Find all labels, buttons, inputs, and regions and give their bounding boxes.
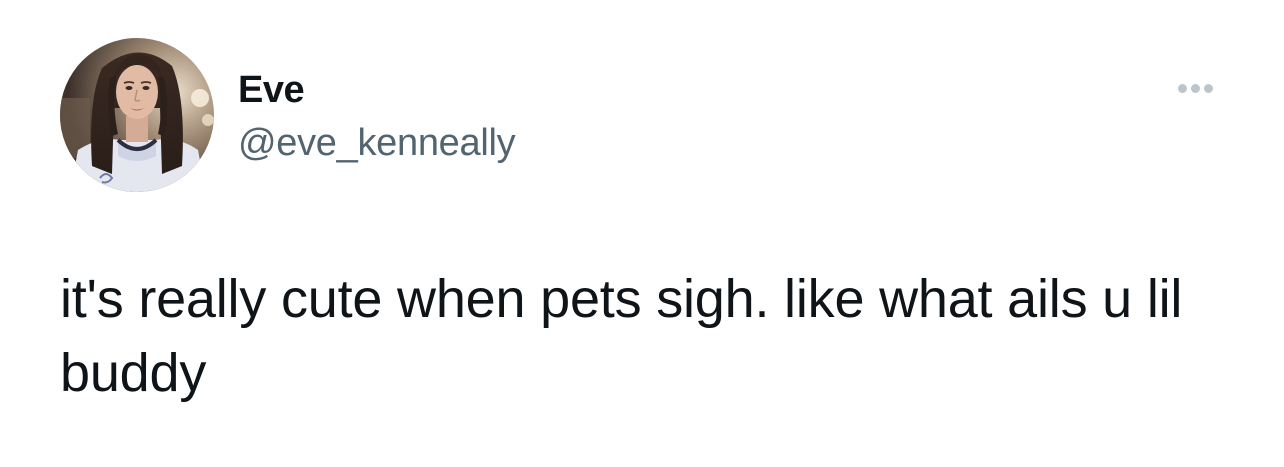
more-options-button[interactable] xyxy=(1170,72,1220,104)
more-horizontal-icon-dot-2 xyxy=(1190,83,1200,93)
tweet-card: Eve @eve_kenneally it's really cute when… xyxy=(0,0,1284,467)
avatar[interactable] xyxy=(60,38,214,192)
user-handle[interactable]: @eve_kenneally xyxy=(238,121,516,165)
profile-photo-icon xyxy=(60,38,214,192)
more-horizontal-icon-dot-3 xyxy=(1203,83,1213,93)
tweet-text: it's really cute when pets sigh. like wh… xyxy=(60,269,1183,403)
display-name[interactable]: Eve xyxy=(238,68,305,112)
more-horizontal-icon xyxy=(1177,83,1187,93)
